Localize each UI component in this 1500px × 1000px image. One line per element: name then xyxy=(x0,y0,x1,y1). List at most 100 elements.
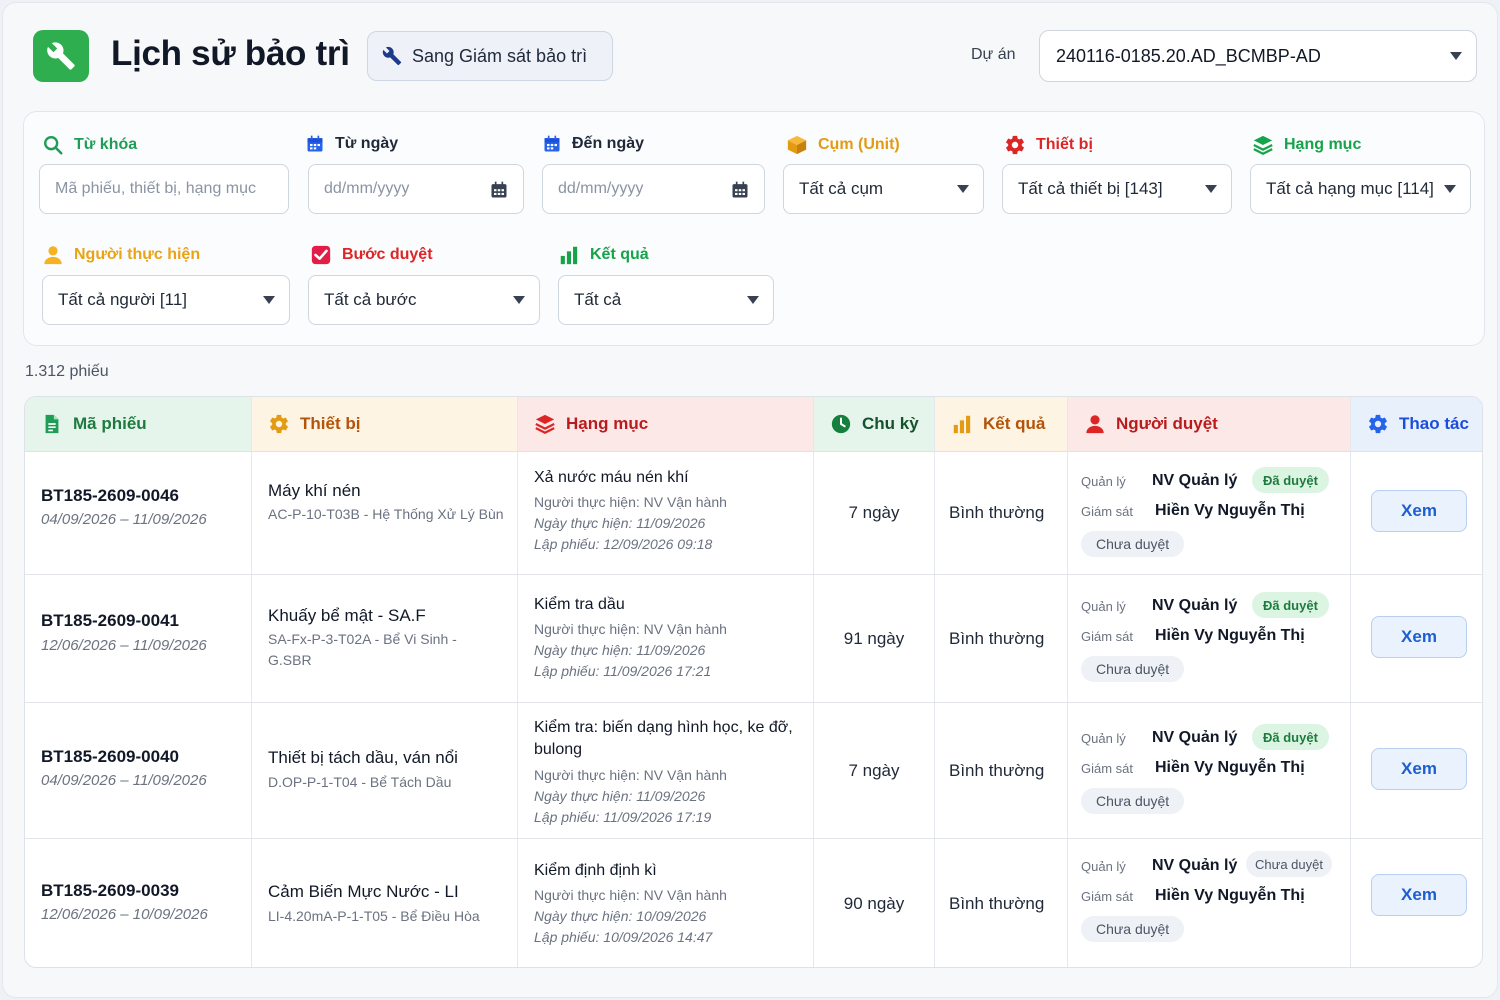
column-header-result[interactable]: Kết quả xyxy=(935,397,1068,452)
cell-result: Bình thường xyxy=(935,452,1068,574)
box-icon xyxy=(787,135,807,155)
table-header: Mã phiếu Thiết bị Hạng mục Chu kỳ Kết qu… xyxy=(25,397,1482,452)
to-date-placeholder: dd/mm/yyyy xyxy=(558,180,644,197)
result-filter-label: Kết quả xyxy=(558,244,649,266)
filter-panel: Từ khóa Từ ngày Đến ngày Cụm (Unit) Thiế… xyxy=(23,111,1485,346)
performer-select-value: Tất cả người [11] xyxy=(58,290,187,309)
category-title: Kiểm tra: biến dạng hình học, ke đỡ, bul… xyxy=(534,719,793,758)
cell-code: BT185-2609-0039 12/06/2026 – 10/09/2026 xyxy=(25,839,252,967)
category-title: Kiểm định định kì xyxy=(534,862,657,879)
approved-badge: Đã duyệt xyxy=(1252,592,1329,618)
category-select[interactable]: Tất cả hạng mục [114] xyxy=(1250,164,1471,214)
column-header-action: Thao tác xyxy=(1351,397,1482,452)
switch-to-monitoring-button[interactable]: Sang Giám sát bảo trì xyxy=(367,31,613,81)
ticket-code[interactable]: BT185-2609-0039 xyxy=(41,881,179,901)
cycle-value: 7 ngày xyxy=(848,503,900,522)
column-header-code[interactable]: Mã phiếu xyxy=(25,397,252,452)
approval-step-select[interactable]: Tất cả bước xyxy=(308,275,540,325)
from-date-input[interactable]: dd/mm/yyyy xyxy=(308,164,524,214)
cell-cycle: 90 ngày xyxy=(814,839,935,967)
table-row[interactable]: BT185-2609-0039 12/06/2026 – 10/09/2026 … xyxy=(25,839,1482,967)
column-header-category[interactable]: Hạng mục xyxy=(518,397,814,452)
view-button[interactable]: Xem xyxy=(1371,748,1467,790)
app-window: Lịch sử bảo trì Sang Giám sát bảo trì Dự… xyxy=(2,2,1498,998)
cell-result: Bình thường xyxy=(935,703,1068,838)
cell-action: Xem xyxy=(1351,839,1482,967)
device-name: Khuấy bể mật - SA.F xyxy=(268,606,426,625)
pending-badge: Chưa duyệt xyxy=(1081,531,1185,557)
role-label: Quản lý xyxy=(1081,731,1126,746)
record-count: 1.312 phiếu xyxy=(25,363,109,380)
role-label: Giám sát xyxy=(1081,761,1134,776)
role-label: Giám sát xyxy=(1081,504,1134,519)
cell-category: Kiểm tra: biến dạng hình học, ke đỡ, bul… xyxy=(518,703,814,838)
device-location: AC-P-10-T03B - Hệ Thống Xử Lý Bùn xyxy=(268,506,504,522)
ticket-code[interactable]: BT185-2609-0040 xyxy=(41,747,179,767)
device-select[interactable]: Tất cả thiết bị [143] xyxy=(1002,164,1232,214)
chevron-down-icon xyxy=(263,296,275,304)
device-select-value: Tất cả thiết bị [143] xyxy=(1018,179,1163,198)
chevron-down-icon xyxy=(957,185,969,193)
cell-approver: Quản lý NV Quản lý Đã duyệt Giám sát Hiề… xyxy=(1068,452,1351,574)
layers-icon xyxy=(535,414,555,434)
role-label: Quản lý xyxy=(1081,859,1126,874)
to-date-input[interactable]: dd/mm/yyyy xyxy=(542,164,765,214)
done-date-text: Ngày thực hiện: 11/09/2026 xyxy=(534,642,706,658)
device-filter-label: Thiết bị xyxy=(1004,134,1093,156)
project-select[interactable]: 240116-0185.20.AD_BCMBP-AD xyxy=(1039,30,1477,82)
from-date-placeholder: dd/mm/yyyy xyxy=(324,180,410,197)
manager-name: NV Quản lý xyxy=(1152,857,1238,874)
date-range: 12/06/2026 – 10/09/2026 xyxy=(41,906,208,923)
column-header-device[interactable]: Thiết bị xyxy=(252,397,518,452)
calendar-picker-icon[interactable] xyxy=(489,180,509,200)
performer-filter-label: Người thực hiện xyxy=(42,244,200,266)
project-select-value: 240116-0185.20.AD_BCMBP-AD xyxy=(1056,45,1321,66)
view-button[interactable]: Xem xyxy=(1371,490,1467,532)
calendar-picker-icon[interactable] xyxy=(730,180,750,200)
manager-name: NV Quản lý xyxy=(1152,472,1238,489)
created-text: Lập phiếu: 11/09/2026 17:19 xyxy=(534,809,712,825)
role-label: Quản lý xyxy=(1081,474,1126,489)
table-row[interactable]: BT185-2609-0040 04/09/2026 – 11/09/2026 … xyxy=(25,703,1482,839)
performer-select[interactable]: Tất cả người [11] xyxy=(42,275,290,325)
keyword-input-placeholder: Mã phiếu, thiết bị, hạng mục xyxy=(55,180,257,197)
date-range: 04/09/2026 – 11/09/2026 xyxy=(41,511,207,528)
gear-icon xyxy=(270,414,288,434)
cycle-value: 7 ngày xyxy=(848,760,900,780)
role-label: Quản lý xyxy=(1081,599,1126,614)
cell-cycle: 7 ngày xyxy=(814,703,935,838)
cell-result: Bình thường xyxy=(935,575,1068,702)
ticket-code[interactable]: BT185-2609-0046 xyxy=(41,486,179,506)
category-select-value: Tất cả hạng mục [114] xyxy=(1266,179,1434,198)
page-title: Lịch sử bảo trì xyxy=(111,34,350,73)
user-icon xyxy=(1086,415,1104,434)
view-button[interactable]: Xem xyxy=(1371,874,1467,916)
manager-name: NV Quản lý xyxy=(1152,597,1238,614)
done-date-text: Ngày thực hiện: 10/09/2026 xyxy=(534,908,707,924)
keyword-filter-label: Từ khóa xyxy=(42,134,137,156)
ticket-code[interactable]: BT185-2609-0041 xyxy=(41,611,179,631)
device-name: Thiết bị tách dầu, ván nổi xyxy=(268,748,458,767)
result-select[interactable]: Tất cả xyxy=(558,275,774,325)
column-header-approver[interactable]: Người duyệt xyxy=(1068,397,1351,452)
unit-select[interactable]: Tất cả cụm xyxy=(783,164,984,214)
date-range: 12/06/2026 – 11/09/2026 xyxy=(41,637,207,654)
keyword-input[interactable]: Mã phiếu, thiết bị, hạng mục xyxy=(39,164,289,214)
column-header-cycle[interactable]: Chu kỳ xyxy=(814,397,935,452)
to-date-filter-label: Đến ngày xyxy=(542,134,644,154)
view-button[interactable]: Xem xyxy=(1371,616,1467,658)
device-location: SA-Fx-P-3-T02A - Bể Vi Sinh - G.SBR xyxy=(268,631,457,668)
result-value: Bình thường xyxy=(949,628,1045,648)
approval-step-filter-label: Bước duyệt xyxy=(310,244,433,266)
cell-approver: Quản lý NV Quản lý Đã duyệt Giám sát Hiề… xyxy=(1068,703,1351,838)
created-text: Lập phiếu: 12/09/2026 09:18 xyxy=(534,536,713,552)
gear-icon xyxy=(1006,135,1024,155)
created-text: Lập phiếu: 10/09/2026 14:47 xyxy=(534,929,713,945)
result-value: Bình thường xyxy=(949,760,1045,780)
chevron-down-icon xyxy=(1444,185,1456,193)
cell-code: BT185-2609-0041 12/06/2026 – 11/09/2026 xyxy=(25,575,252,702)
performer-text: Người thực hiện: NV Vận hành xyxy=(534,621,727,637)
table-row[interactable]: BT185-2609-0046 04/09/2026 – 11/09/2026 … xyxy=(25,452,1482,575)
cell-device: Cảm Biến Mực Nước - LI LI-4.20mA-P-1-T05… xyxy=(252,839,518,967)
table-row[interactable]: BT185-2609-0041 12/06/2026 – 11/09/2026 … xyxy=(25,575,1482,703)
